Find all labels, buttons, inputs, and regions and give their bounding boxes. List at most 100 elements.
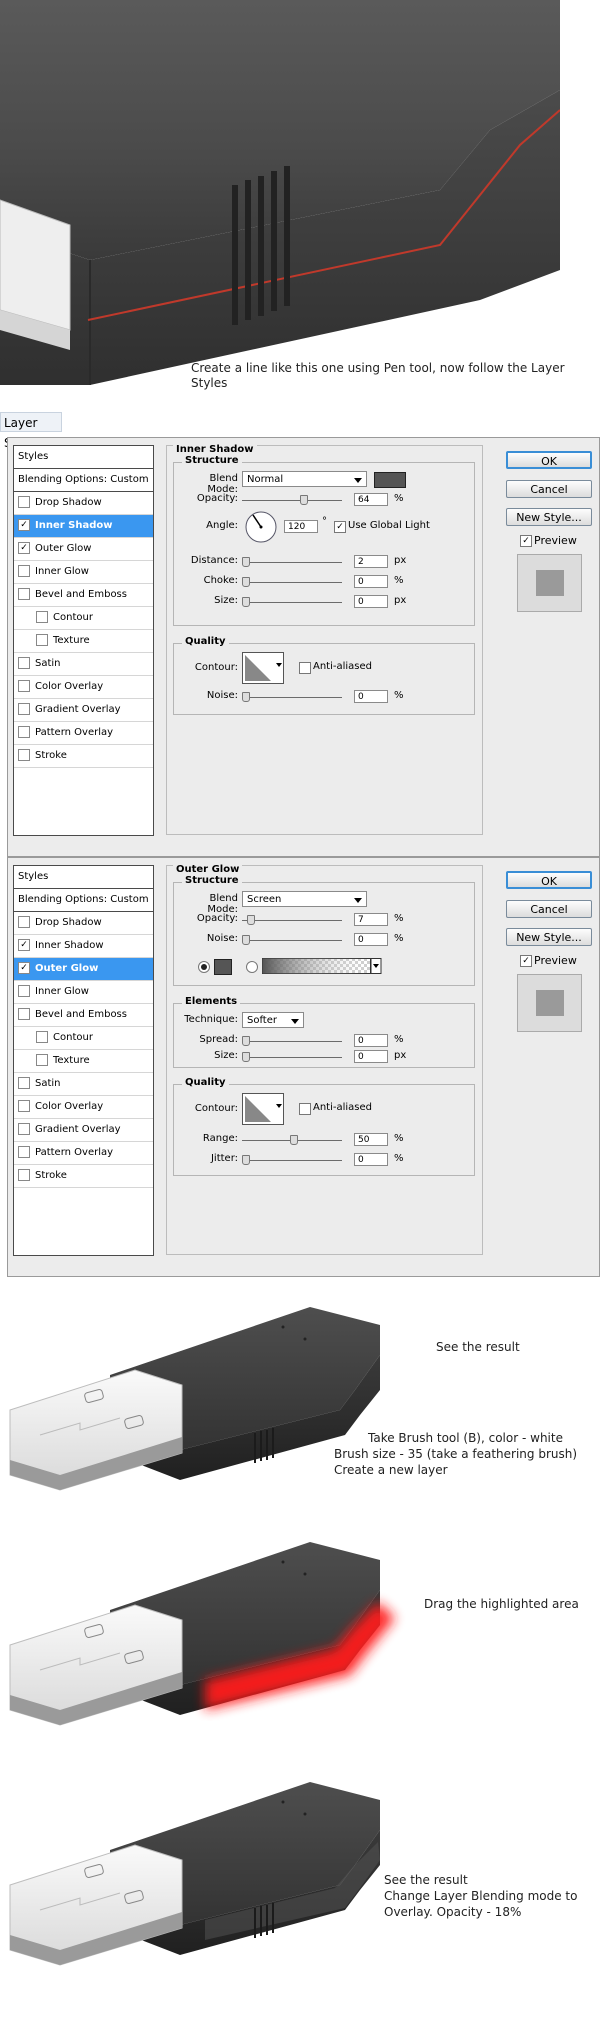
blend-mode-select[interactable]: Screen [242, 891, 367, 907]
styles-header[interactable]: Styles [14, 446, 153, 469]
style-stroke[interactable]: Stroke [14, 745, 153, 768]
checkbox-icon[interactable] [18, 565, 30, 577]
ok-button[interactable]: OK [506, 871, 592, 889]
checkbox-icon[interactable]: ✓ [18, 962, 30, 974]
slider-knob[interactable] [242, 1052, 250, 1062]
checkbox-icon[interactable] [36, 1054, 48, 1066]
style-pattern-overlay[interactable]: Pattern Overlay [14, 722, 153, 745]
size-slider[interactable] [242, 597, 342, 607]
checkbox-icon[interactable]: ✓ [18, 519, 30, 531]
global-light-checkbox[interactable]: ✓ [334, 521, 346, 533]
preview-checkbox[interactable]: ✓ [520, 955, 532, 967]
checkbox-icon[interactable] [18, 680, 30, 692]
choke-slider[interactable] [242, 577, 342, 587]
technique-select[interactable]: Softer [242, 1012, 304, 1028]
spread-slider[interactable] [242, 1036, 342, 1046]
noise-slider[interactable] [242, 935, 342, 945]
range-input[interactable]: 50 [354, 1133, 388, 1146]
opacity-input[interactable]: 64 [354, 493, 388, 506]
checkbox-icon[interactable] [18, 703, 30, 715]
gradient-radio[interactable] [246, 961, 258, 973]
shadow-color-swatch[interactable] [374, 472, 406, 488]
styles-header[interactable]: Styles [14, 866, 153, 889]
jitter-input[interactable]: 0 [354, 1153, 388, 1166]
jitter-slider[interactable] [242, 1155, 342, 1165]
style-contour[interactable]: Contour [14, 607, 153, 630]
blending-options[interactable]: Blending Options: Custom [14, 889, 153, 912]
style-texture[interactable]: Texture [14, 1050, 153, 1073]
checkbox-icon[interactable] [18, 1146, 30, 1158]
slider-knob[interactable] [290, 1135, 298, 1145]
checkbox-icon[interactable] [36, 1031, 48, 1043]
slider-knob[interactable] [242, 557, 250, 567]
slider-knob[interactable] [242, 1155, 250, 1165]
style-inner-shadow[interactable]: ✓ Inner Shadow [14, 515, 153, 538]
style-inner-glow[interactable]: Inner Glow [14, 561, 153, 584]
slider-knob[interactable] [300, 495, 308, 505]
checkbox-icon[interactable] [36, 634, 48, 646]
cancel-button[interactable]: Cancel [506, 900, 592, 918]
slider-knob[interactable] [242, 597, 250, 607]
slider-knob[interactable] [242, 692, 250, 702]
size-slider[interactable] [242, 1052, 342, 1062]
checkbox-icon[interactable] [18, 749, 30, 761]
blending-options[interactable]: Blending Options: Custom [14, 469, 153, 492]
style-bevel-emboss[interactable]: Bevel and Emboss [14, 584, 153, 607]
checkbox-icon[interactable] [18, 1008, 30, 1020]
slider-knob[interactable] [242, 1036, 250, 1046]
opacity-slider[interactable] [242, 915, 342, 925]
spread-input[interactable]: 0 [354, 1034, 388, 1047]
blend-mode-select[interactable]: Normal [242, 471, 367, 487]
style-satin[interactable]: Satin [14, 653, 153, 676]
size-input[interactable]: 0 [354, 1050, 388, 1063]
checkbox-icon[interactable]: ✓ [18, 939, 30, 951]
anti-aliased-checkbox[interactable] [299, 662, 311, 674]
style-outer-glow[interactable]: ✓ Outer Glow [14, 958, 153, 981]
style-outer-glow[interactable]: ✓ Outer Glow [14, 538, 153, 561]
checkbox-icon[interactable] [18, 1100, 30, 1112]
angle-input[interactable]: 120 [284, 520, 318, 533]
opacity-slider[interactable] [242, 495, 342, 505]
style-stroke[interactable]: Stroke [14, 1165, 153, 1188]
checkbox-icon[interactable] [18, 1077, 30, 1089]
solid-color-radio[interactable] [198, 961, 210, 973]
style-inner-shadow[interactable]: ✓ Inner Shadow [14, 935, 153, 958]
style-texture[interactable]: Texture [14, 630, 153, 653]
style-drop-shadow[interactable]: Drop Shadow [14, 492, 153, 515]
checkbox-icon[interactable] [18, 588, 30, 600]
slider-knob[interactable] [242, 935, 250, 945]
checkbox-icon[interactable] [18, 496, 30, 508]
noise-input[interactable]: 0 [354, 933, 388, 946]
style-gradient-overlay[interactable]: Gradient Overlay [14, 699, 153, 722]
noise-input[interactable]: 0 [354, 690, 388, 703]
style-pattern-overlay[interactable]: Pattern Overlay [14, 1142, 153, 1165]
distance-input[interactable]: 2 [354, 555, 388, 568]
checkbox-icon[interactable] [18, 916, 30, 928]
preview-checkbox[interactable]: ✓ [520, 535, 532, 547]
style-drop-shadow[interactable]: Drop Shadow [14, 912, 153, 935]
style-satin[interactable]: Satin [14, 1073, 153, 1096]
style-contour[interactable]: Contour [14, 1027, 153, 1050]
noise-slider[interactable] [242, 692, 342, 702]
checkbox-icon[interactable] [18, 657, 30, 669]
distance-slider[interactable] [242, 557, 342, 567]
new-style-button[interactable]: New Style... [506, 508, 592, 526]
anti-aliased-checkbox[interactable] [299, 1103, 311, 1115]
checkbox-icon[interactable] [18, 985, 30, 997]
slider-knob[interactable] [242, 577, 250, 587]
style-color-overlay[interactable]: Color Overlay [14, 1096, 153, 1119]
glow-color-swatch[interactable] [214, 959, 232, 975]
size-input[interactable]: 0 [354, 595, 388, 608]
gradient-swatch-icon[interactable] [262, 958, 382, 975]
checkbox-icon[interactable] [18, 726, 30, 738]
contour-icon[interactable] [242, 1093, 284, 1125]
checkbox-icon[interactable]: ✓ [18, 542, 30, 554]
checkbox-icon[interactable] [18, 1123, 30, 1135]
style-color-overlay[interactable]: Color Overlay [14, 676, 153, 699]
style-inner-glow[interactable]: Inner Glow [14, 981, 153, 1004]
ok-button[interactable]: OK [506, 451, 592, 469]
style-bevel-emboss[interactable]: Bevel and Emboss [14, 1004, 153, 1027]
checkbox-icon[interactable] [36, 611, 48, 623]
checkbox-icon[interactable] [18, 1169, 30, 1181]
new-style-button[interactable]: New Style... [506, 928, 592, 946]
